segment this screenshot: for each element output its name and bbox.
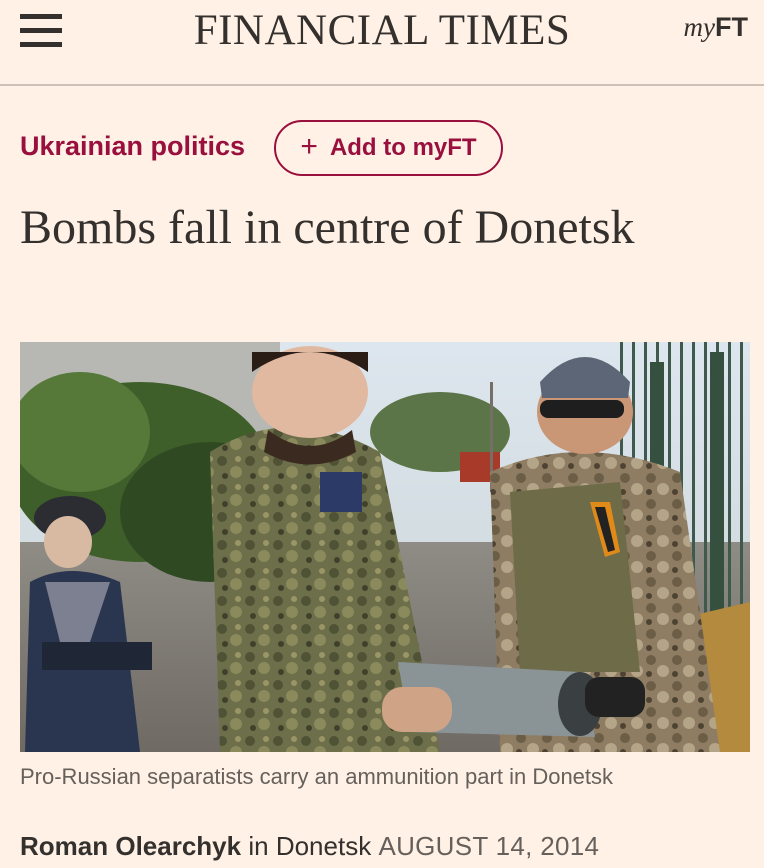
- topic-link[interactable]: Ukrainian politics: [20, 131, 245, 162]
- author-link[interactable]: Roman Olearchyk: [20, 831, 241, 861]
- article-headline: Bombs fall in centre of Donetsk: [20, 201, 635, 254]
- myft-prefix: my: [683, 12, 715, 42]
- plus-icon: +: [300, 129, 318, 163]
- location: Donetsk: [275, 831, 372, 861]
- add-to-myft-button[interactable]: + Add to myFT: [274, 120, 503, 176]
- myft-link[interactable]: myFT: [684, 12, 748, 43]
- myft-suffix: FT: [715, 12, 748, 42]
- article-photo: [20, 342, 750, 752]
- site-header: FINANCIAL TIMES myFT: [0, 0, 764, 86]
- publish-date: AUGUST 14, 2014: [378, 831, 600, 861]
- add-to-myft-label: Add to myFT: [329, 134, 477, 161]
- byline: Roman Olearchyk in Donetsk AUGUST 14, 20…: [20, 831, 599, 862]
- masthead-logo[interactable]: FINANCIAL TIMES: [0, 6, 764, 56]
- image-caption: Pro-Russian separatists carry an ammunit…: [20, 764, 614, 789]
- location-prefix: in: [248, 831, 269, 861]
